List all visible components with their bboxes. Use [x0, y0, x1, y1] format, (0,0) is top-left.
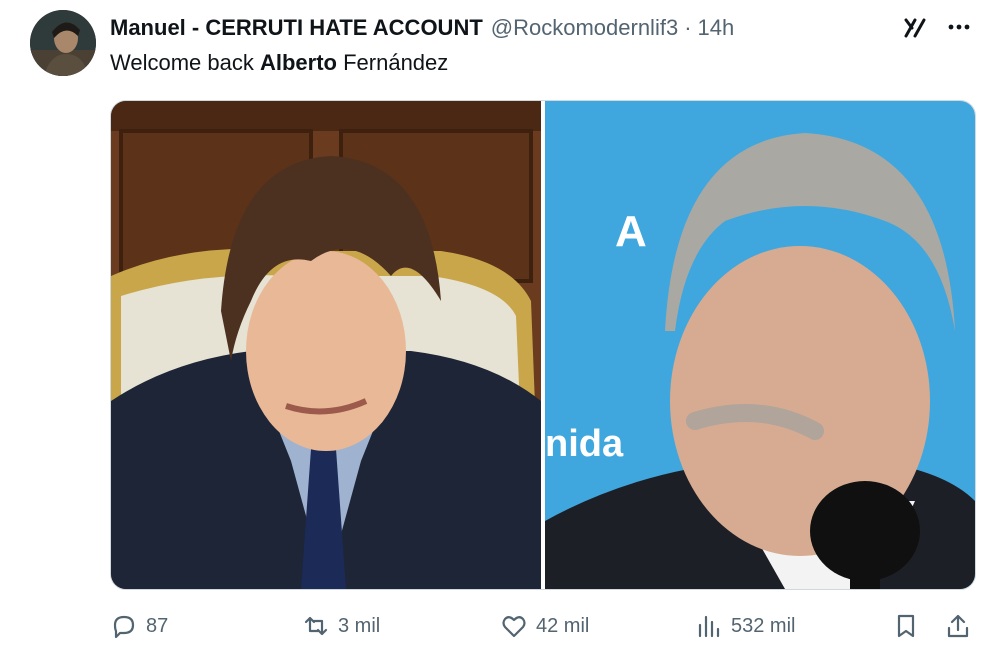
avatar[interactable]	[30, 10, 96, 76]
reply-icon	[113, 615, 135, 639]
like-icon	[502, 616, 526, 638]
timestamp[interactable]: 14h	[698, 15, 735, 41]
reply-button[interactable]: 87	[110, 606, 168, 646]
reply-count: 87	[146, 614, 169, 637]
tweet-text-suffix: Fernández	[336, 50, 449, 75]
tweet-text-bold: Alberto	[259, 50, 337, 75]
tweet: Manuel - CERRUTI HATE ACCOUNT @Rockomode…	[0, 0, 1000, 657]
separator-dot: ·	[684, 15, 692, 40]
tweet-header: Manuel - CERRUTI HATE ACCOUNT @Rockomode…	[110, 14, 734, 42]
views-button[interactable]: 532 mil	[695, 606, 795, 646]
media-sign-word: nida	[545, 423, 624, 465]
media-image-left[interactable]	[111, 101, 541, 589]
retweet-button[interactable]: 3 mil	[302, 606, 380, 646]
tweet-actions: 87 3 mil 42 mil 532 mil	[110, 606, 974, 646]
grok-icon[interactable]	[900, 12, 930, 42]
tweet-media[interactable]: A nida	[110, 100, 976, 590]
views-count: 532 mil	[731, 614, 796, 637]
bookmark-button[interactable]	[892, 606, 920, 646]
tweet-text-prefix: Welcome back	[110, 50, 260, 75]
views-icon	[698, 615, 720, 638]
tweet-text: Welcome back Alberto Fernández	[110, 50, 448, 76]
share-icon	[947, 614, 969, 638]
like-button[interactable]: 42 mil	[500, 606, 589, 646]
share-button[interactable]	[944, 606, 972, 646]
author-name[interactable]: Manuel - CERRUTI HATE ACCOUNT	[110, 15, 483, 41]
like-count: 42 mil	[536, 614, 590, 637]
retweet-count: 3 mil	[338, 614, 381, 637]
retweet-icon	[304, 616, 328, 636]
author-handle[interactable]: @Rockomodernlif3	[491, 15, 678, 41]
media-sign-letter: A	[615, 207, 647, 256]
more-icon[interactable]	[944, 12, 974, 42]
bookmark-icon	[897, 614, 915, 638]
media-image-right[interactable]: A nida	[545, 101, 975, 589]
